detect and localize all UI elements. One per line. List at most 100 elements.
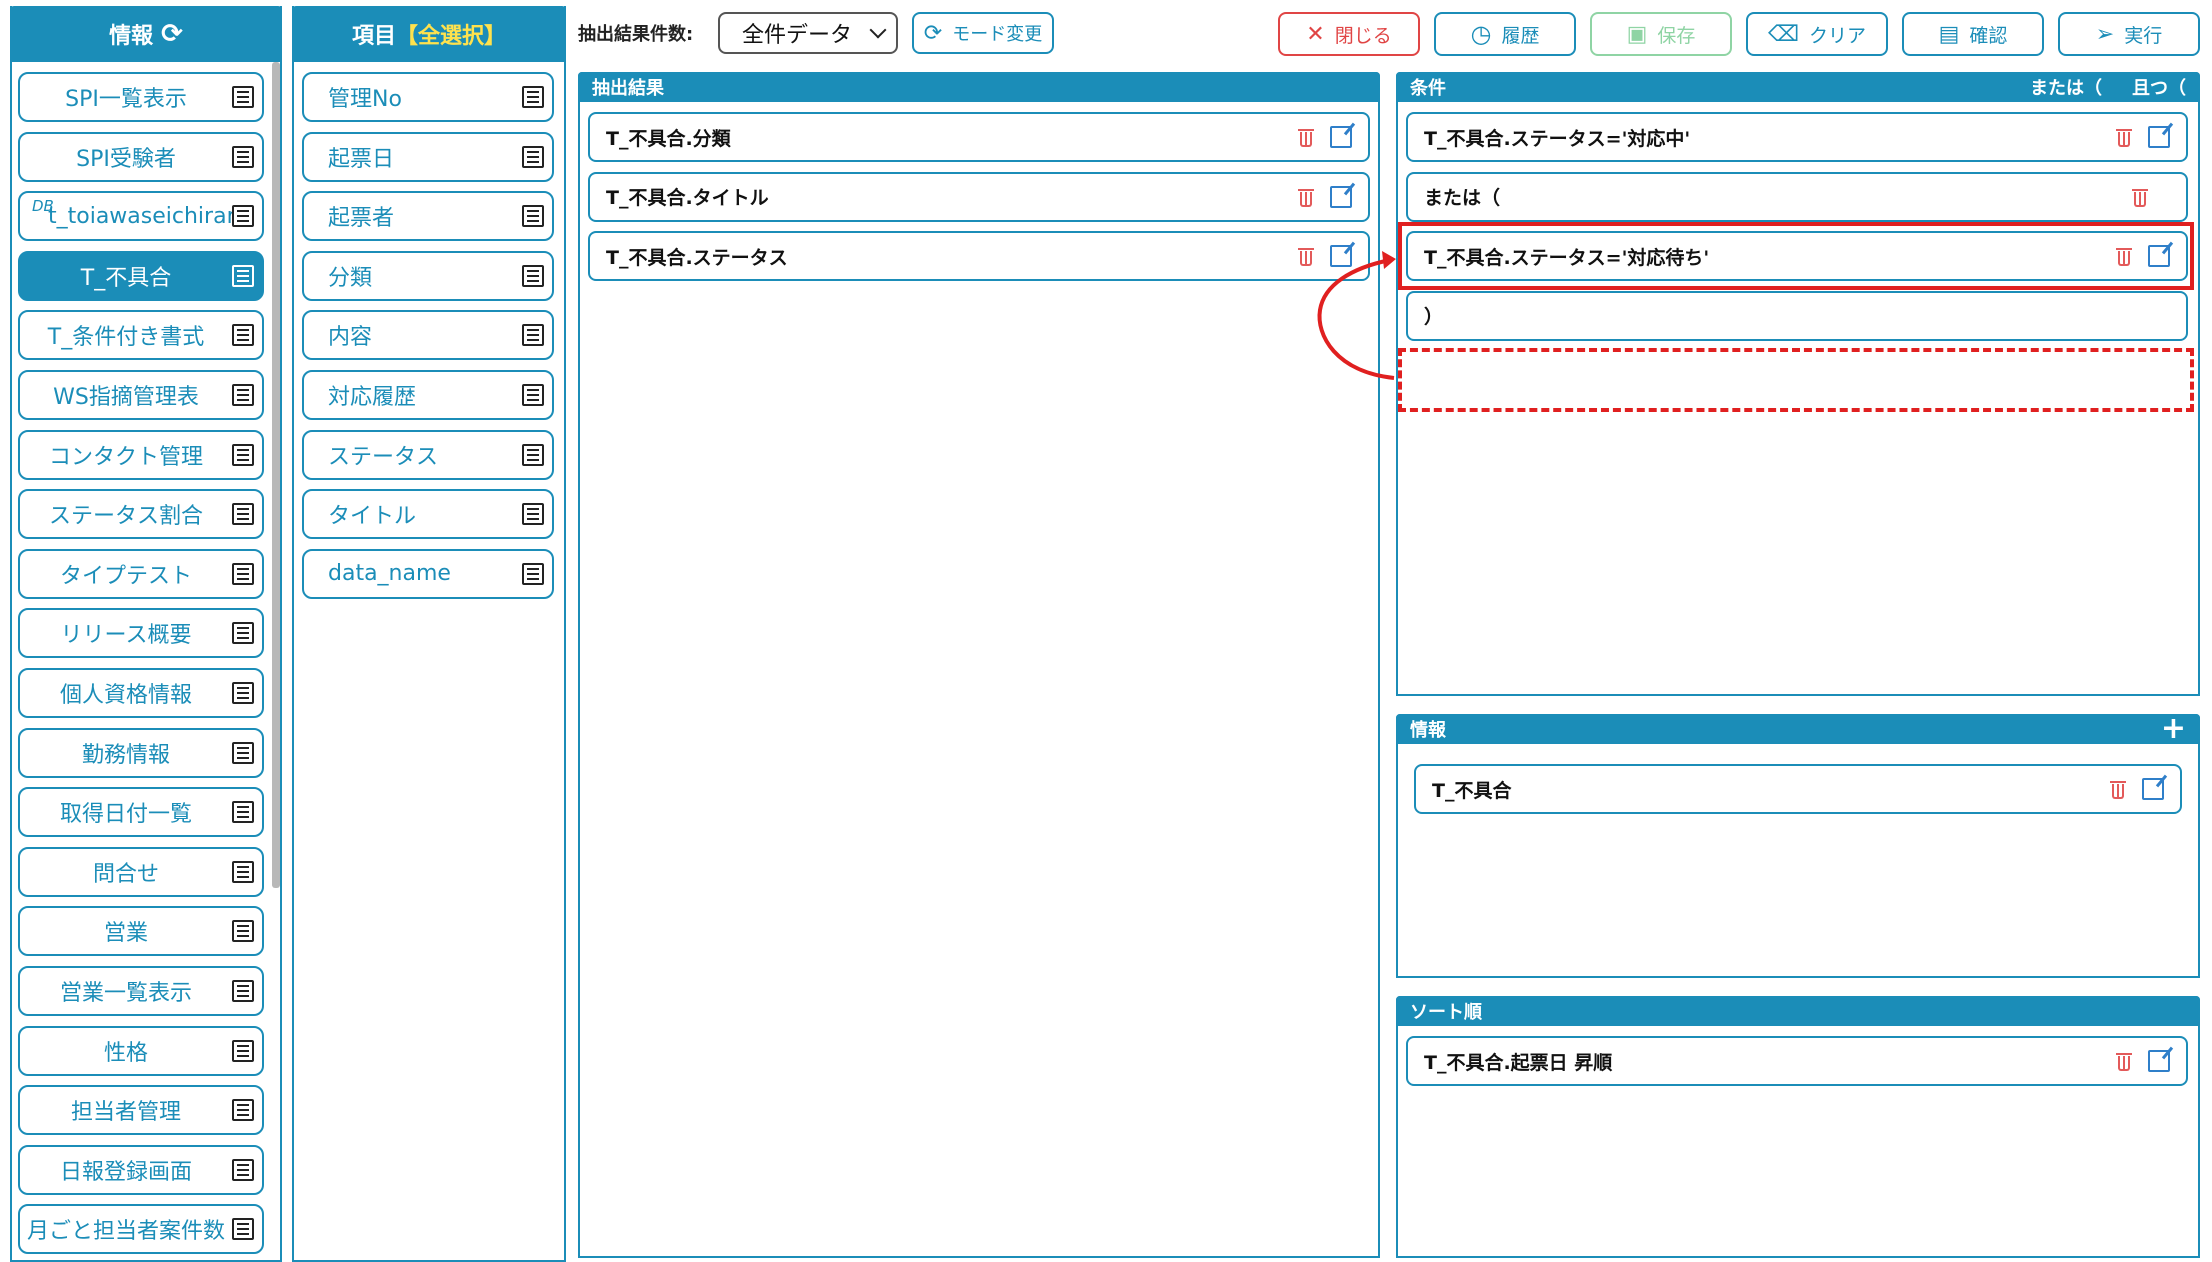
field-item[interactable]: 管理No (302, 72, 554, 122)
result-row[interactable]: T_不具合.分類 (588, 112, 1370, 162)
document-icon[interactable] (522, 264, 544, 287)
edit-icon[interactable] (1330, 185, 1352, 208)
and-group-button[interactable]: 且つ（ (2132, 74, 2186, 100)
trash-icon[interactable] (2116, 127, 2132, 147)
trash-icon[interactable] (2110, 779, 2126, 799)
document-icon[interactable] (232, 1218, 254, 1241)
document-icon[interactable] (522, 562, 544, 585)
field-item[interactable]: 分類 (302, 250, 554, 301)
document-icon[interactable] (232, 324, 254, 347)
table-item-label: WS指摘管理表 (53, 385, 199, 410)
document-icon[interactable] (232, 86, 254, 108)
document-icon[interactable] (232, 145, 254, 168)
table-item[interactable]: WS指摘管理表 (18, 370, 264, 420)
close-button[interactable]: ✕ 閉じる (1278, 12, 1420, 56)
trash-icon[interactable] (1298, 187, 1314, 207)
condition-row[interactable]: ） (1406, 290, 2188, 341)
run-button[interactable]: ➢ 実行 (2058, 12, 2200, 56)
table-item[interactable]: SPI受験者 (18, 131, 264, 182)
document-icon[interactable] (522, 145, 544, 168)
document-icon[interactable] (232, 384, 254, 406)
table-item[interactable]: 日報登録画面 (18, 1144, 264, 1195)
table-item[interactable]: T_不具合 (18, 250, 264, 301)
document-icon[interactable] (232, 980, 254, 1002)
select-all-link[interactable]: 【全選択】 (396, 18, 506, 50)
document-icon[interactable] (232, 801, 254, 824)
document-icon[interactable] (232, 562, 254, 585)
document-icon[interactable] (232, 860, 254, 883)
condition-row[interactable]: または（ (1406, 171, 2188, 222)
trash-icon[interactable] (2116, 1051, 2132, 1071)
add-icon[interactable]: + (2161, 714, 2186, 744)
field-item[interactable]: 対応履歴 (302, 370, 554, 420)
row-actions (1298, 126, 1352, 148)
document-icon[interactable] (232, 503, 254, 526)
history-button[interactable]: ◷ 履歴 (1434, 12, 1576, 56)
table-item[interactable]: タイプテスト (18, 548, 264, 599)
mode-change-button[interactable]: ⟳ モード変更 (912, 12, 1054, 54)
field-item[interactable]: 起票日 (302, 131, 554, 182)
document-icon[interactable] (232, 622, 254, 645)
table-item[interactable]: 勤務情報 (18, 727, 264, 778)
document-icon[interactable] (522, 324, 544, 347)
document-icon[interactable] (232, 1099, 254, 1122)
field-item[interactable]: ステータス (302, 429, 554, 480)
table-item-label: 営業一覧表示 (59, 981, 192, 1006)
close-icon: ✕ (1306, 21, 1325, 47)
edit-icon[interactable] (2148, 1050, 2170, 1072)
document-icon[interactable] (232, 741, 254, 764)
save-button[interactable]: ▣ 保存 (1590, 12, 1732, 56)
document-icon[interactable] (522, 384, 544, 406)
info-row[interactable]: T_不具合 (1414, 764, 2182, 814)
or-group-button[interactable]: または（ (2030, 74, 2102, 100)
document-icon[interactable] (522, 86, 544, 108)
field-item[interactable]: 起票者 (302, 191, 554, 242)
confirm-button[interactable]: ▤ 確認 (1902, 12, 2044, 56)
result-row[interactable]: T_不具合.ステータス (588, 231, 1370, 281)
result-row[interactable]: T_不具合.タイトル (588, 171, 1370, 222)
table-item[interactable]: ステータス割合 (18, 489, 264, 540)
clear-button[interactable]: ⌫ クリア (1746, 12, 1888, 56)
table-item[interactable]: 営業一覧表示 (18, 966, 264, 1016)
table-item[interactable]: 問合せ (18, 846, 264, 897)
sort-row[interactable]: T_不具合.起票日 昇順 (1406, 1036, 2188, 1086)
table-item[interactable]: 担当者管理 (18, 1085, 264, 1136)
document-icon[interactable] (232, 205, 254, 228)
table-item[interactable]: 取得日付一覧 (18, 787, 264, 838)
trash-icon[interactable] (1298, 127, 1314, 147)
document-icon[interactable] (522, 205, 544, 228)
edit-icon[interactable] (2148, 126, 2170, 148)
field-item[interactable]: data_name (302, 548, 554, 599)
tables-scrollbar[interactable] (272, 62, 280, 888)
document-icon[interactable] (232, 920, 254, 943)
chevron-down-icon (869, 21, 887, 39)
row-actions (1298, 185, 1352, 208)
edit-icon[interactable] (2142, 778, 2164, 800)
field-item[interactable]: タイトル (302, 489, 554, 540)
document-icon[interactable] (232, 443, 254, 466)
table-item[interactable]: 個人資格情報 (18, 668, 264, 718)
trash-icon[interactable] (2132, 187, 2148, 207)
document-icon[interactable] (232, 264, 254, 287)
table-item[interactable]: リリース概要 (18, 608, 264, 659)
table-item[interactable]: 営業 (18, 906, 264, 957)
mode-change-label: モード変更 (952, 24, 1043, 45)
field-item[interactable]: 内容 (302, 310, 554, 361)
table-item[interactable]: T_条件付き書式 (18, 310, 264, 361)
document-icon[interactable] (522, 503, 544, 526)
document-icon[interactable] (522, 443, 544, 466)
table-item[interactable]: コンタクト管理 (18, 429, 264, 480)
document-icon[interactable] (232, 1039, 254, 1062)
drop-target-placeholder[interactable] (1398, 348, 2194, 412)
table-item[interactable]: DB t_toiawaseichiran (18, 191, 264, 242)
edit-icon[interactable] (1330, 126, 1352, 148)
document-icon[interactable] (232, 1158, 254, 1181)
table-item[interactable]: 性格 (18, 1025, 264, 1076)
row-actions (2132, 187, 2170, 207)
document-icon[interactable] (232, 682, 254, 704)
result-count-select[interactable]: 全件データ (718, 12, 898, 54)
refresh-icon[interactable]: ⟳ (161, 19, 183, 49)
table-item[interactable]: SPI一覧表示 (18, 72, 264, 122)
condition-row[interactable]: T_不具合.ステータス='対応中' (1406, 112, 2188, 162)
table-item[interactable]: 月ごと担当者案件数 (18, 1204, 264, 1255)
